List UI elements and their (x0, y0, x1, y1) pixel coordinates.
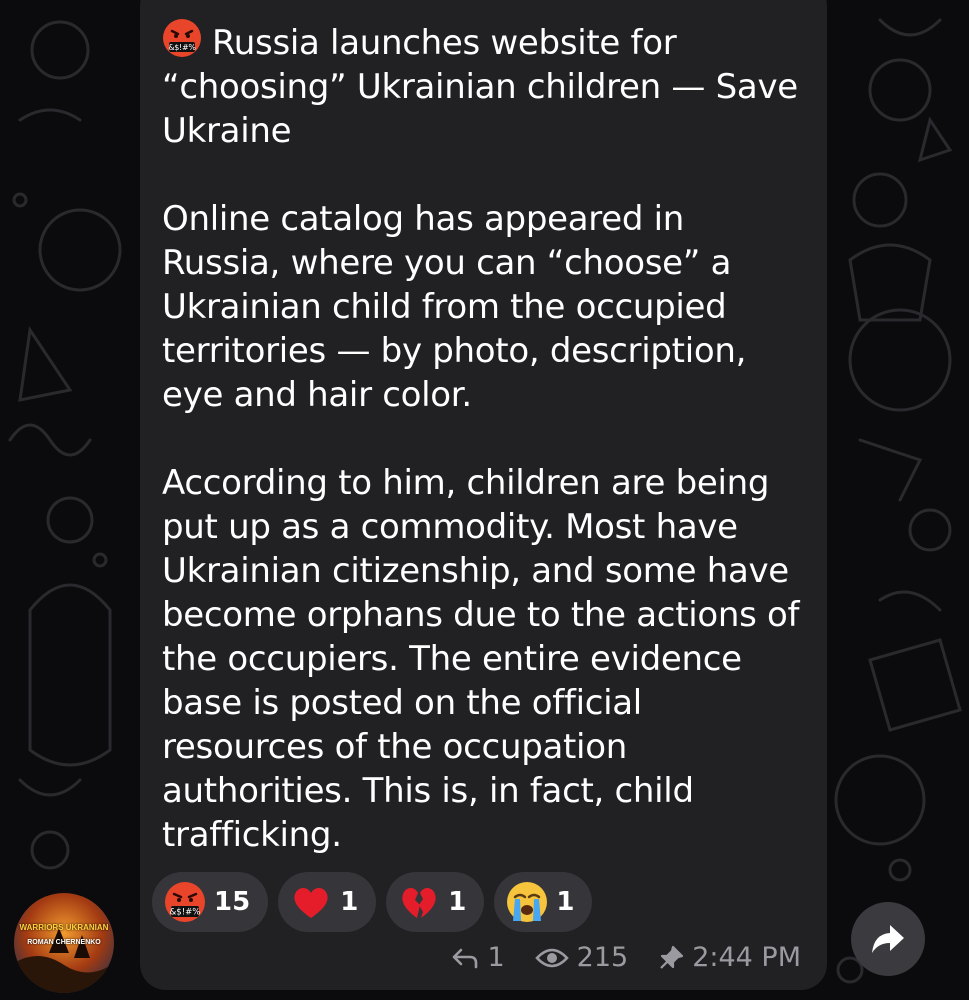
view-count: 215 (576, 942, 629, 973)
message-time: 2:44 PM (692, 942, 801, 973)
share-button[interactable] (851, 902, 925, 976)
message-title-text: Russia launches website for “choosing” U… (162, 23, 809, 151)
svg-text:&$!#%: &$!#% (168, 43, 196, 52)
reaction-bar: &$!#% 15 1 1 1 (152, 872, 593, 932)
cursing-face-icon: &$!#% (163, 19, 201, 57)
loudly-crying-face-icon (507, 882, 548, 922)
message-bubble: &$!#% Russia launches website for “choosi… (140, 0, 827, 990)
channel-avatar[interactable]: WARRIORS UKRANIAN ROMAN CHERNENKO (14, 893, 114, 993)
svg-text:&$!#%: &$!#% (170, 908, 201, 918)
cursing-face-icon: &$!#% (165, 882, 205, 922)
reaction-cursing-face[interactable]: &$!#% 15 (152, 872, 269, 932)
broken-heart-icon (402, 887, 436, 918)
message-text: &$!#% Russia launches website for “choosi… (162, 18, 805, 857)
message-meta: 1 215 2:44 PM (451, 942, 801, 973)
views-eye-icon (534, 948, 569, 967)
reply-count: 1 (487, 942, 505, 973)
reaction-count: 1 (448, 887, 467, 917)
message-paragraph-2: According to him, children are being put… (162, 463, 810, 855)
reaction-red-heart[interactable]: 1 (278, 872, 377, 932)
pin-icon (660, 945, 684, 969)
red-heart-icon (294, 887, 328, 918)
reaction-broken-heart[interactable]: 1 (386, 872, 485, 932)
share-arrow-icon (872, 925, 904, 953)
reply-arrow-icon[interactable] (451, 946, 479, 970)
reaction-count: 15 (214, 887, 251, 917)
reaction-count: 1 (556, 887, 575, 917)
reaction-loudly-crying[interactable]: 1 (494, 872, 593, 932)
avatar-line-1: WARRIORS UKRANIAN (19, 923, 109, 932)
avatar-line-2: ROMAN CHERNENKO (27, 939, 101, 946)
message-paragraph-1: Online catalog has appeared in Russia, w… (162, 199, 757, 415)
reaction-count: 1 (340, 887, 359, 917)
message-title: &$!#% Russia launches website for “choosi… (162, 18, 805, 153)
